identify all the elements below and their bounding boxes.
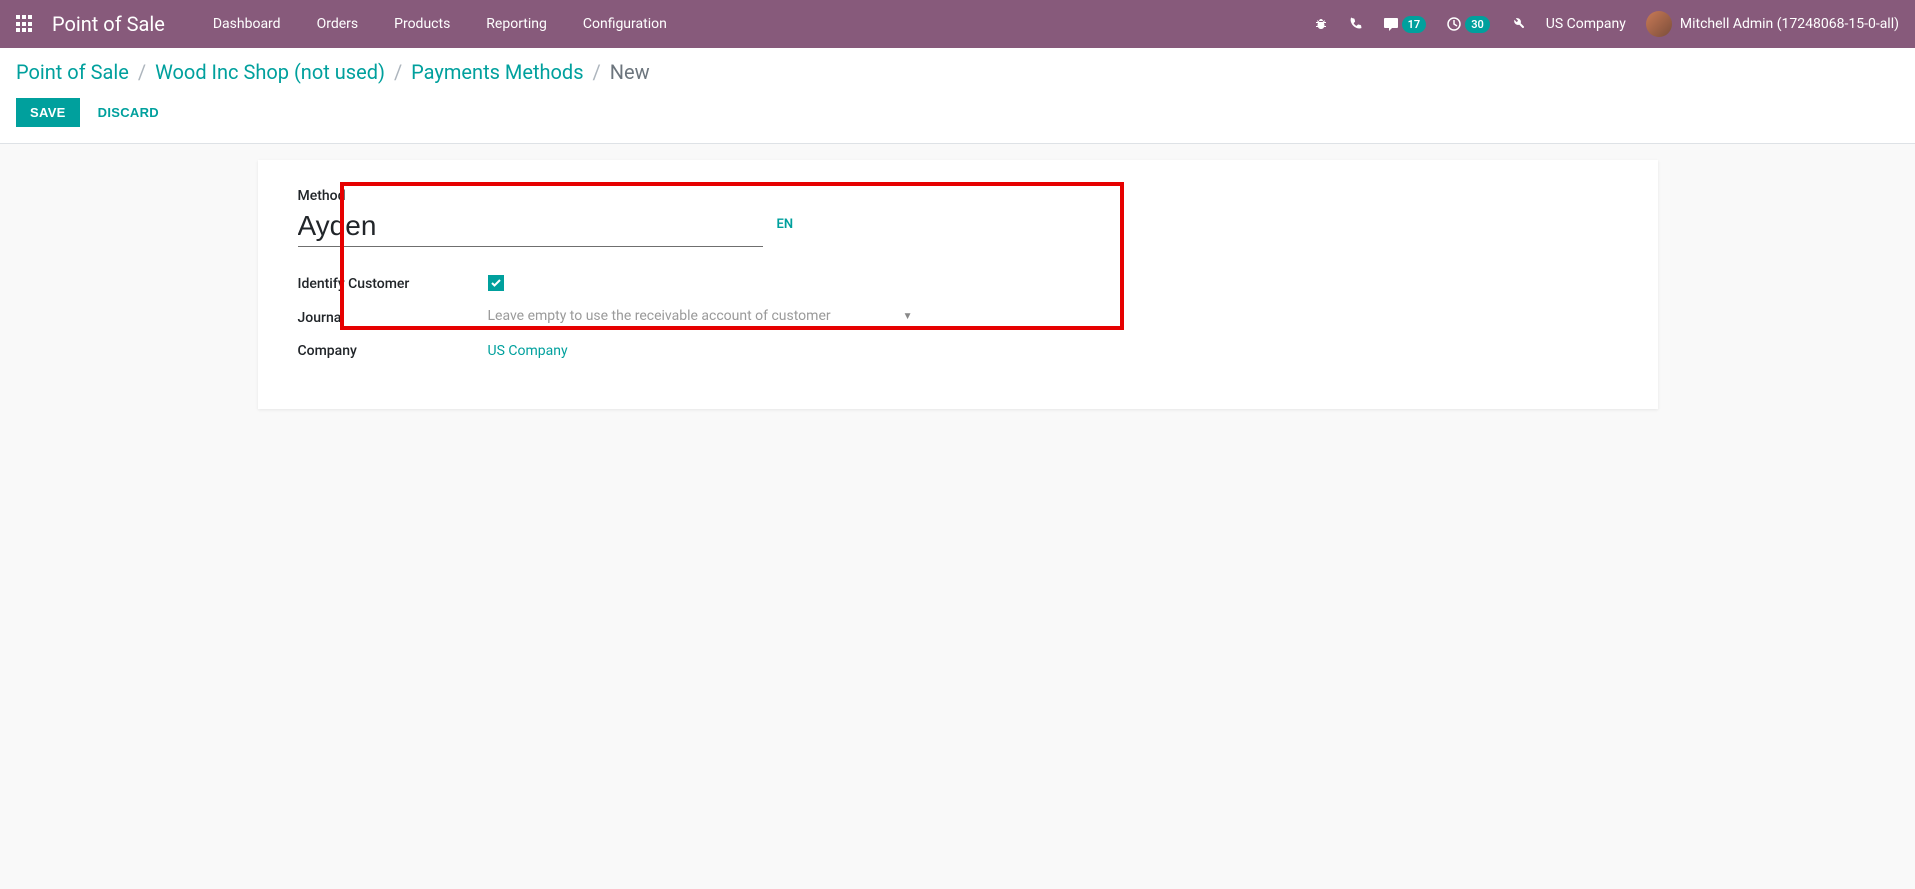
breadcrumb-sep: / (593, 60, 601, 84)
journal-select[interactable]: Leave empty to use the receivable accoun… (488, 306, 913, 329)
company-label: Company (298, 343, 488, 359)
discard-button[interactable]: DISCARD (94, 98, 163, 127)
journal-label: Journal (298, 310, 488, 326)
nav-reporting[interactable]: Reporting (468, 16, 565, 32)
breadcrumb-shop[interactable]: Wood Inc Shop (not used) (155, 60, 385, 84)
company-switcher[interactable]: US Company (1546, 16, 1626, 32)
breadcrumb-sep: / (138, 60, 146, 84)
nav-products[interactable]: Products (376, 16, 468, 32)
breadcrumb-root[interactable]: Point of Sale (16, 60, 129, 84)
nav-configuration[interactable]: Configuration (565, 16, 685, 32)
activities-icon[interactable]: 30 (1446, 16, 1490, 33)
save-button[interactable]: SAVE (16, 98, 80, 127)
method-row: EN (298, 208, 1618, 247)
form-container: Method EN Identify Customer Journal Leav… (0, 144, 1915, 409)
nav-right: 17 30 US Company Mitchell Admin (1724806… (1313, 11, 1899, 37)
form-fields: Identify Customer Journal Leave empty to… (298, 275, 1058, 359)
form-sheet: Method EN Identify Customer Journal Leav… (258, 160, 1658, 409)
phone-icon[interactable] (1349, 17, 1363, 31)
chevron-down-icon: ▼ (903, 311, 913, 322)
company-value[interactable]: US Company (488, 343, 568, 359)
activities-badge: 30 (1465, 16, 1490, 33)
user-menu[interactable]: Mitchell Admin (17248068-15-0-all) (1646, 11, 1899, 37)
breadcrumb-sep: / (394, 60, 402, 84)
user-name: Mitchell Admin (17248068-15-0-all) (1680, 16, 1899, 32)
breadcrumb-methods[interactable]: Payments Methods (411, 60, 583, 84)
user-avatar (1646, 11, 1672, 37)
method-label: Method (298, 188, 1618, 204)
conversations-badge: 17 (1402, 16, 1427, 33)
app-brand[interactable]: Point of Sale (52, 12, 165, 36)
tools-icon[interactable] (1510, 16, 1526, 32)
nav-menu: Dashboard Orders Products Reporting Conf… (195, 16, 685, 32)
breadcrumb: Point of Sale / Wood Inc Shop (not used)… (16, 60, 1899, 84)
control-panel: Point of Sale / Wood Inc Shop (not used)… (0, 48, 1915, 144)
breadcrumb-current: New (610, 60, 650, 84)
action-buttons: SAVE DISCARD (16, 98, 1899, 127)
conversations-icon[interactable]: 17 (1383, 16, 1427, 33)
nav-dashboard[interactable]: Dashboard (195, 16, 299, 32)
journal-placeholder: Leave empty to use the receivable accoun… (488, 308, 903, 324)
nav-orders[interactable]: Orders (299, 16, 377, 32)
method-input[interactable] (298, 208, 763, 247)
language-badge[interactable]: EN (777, 217, 794, 232)
main-navbar: Point of Sale Dashboard Orders Products … (0, 0, 1915, 48)
identify-customer-checkbox[interactable] (488, 275, 504, 291)
identify-customer-label: Identify Customer (298, 276, 488, 292)
bug-icon[interactable] (1313, 16, 1329, 32)
apps-icon[interactable] (16, 15, 34, 33)
